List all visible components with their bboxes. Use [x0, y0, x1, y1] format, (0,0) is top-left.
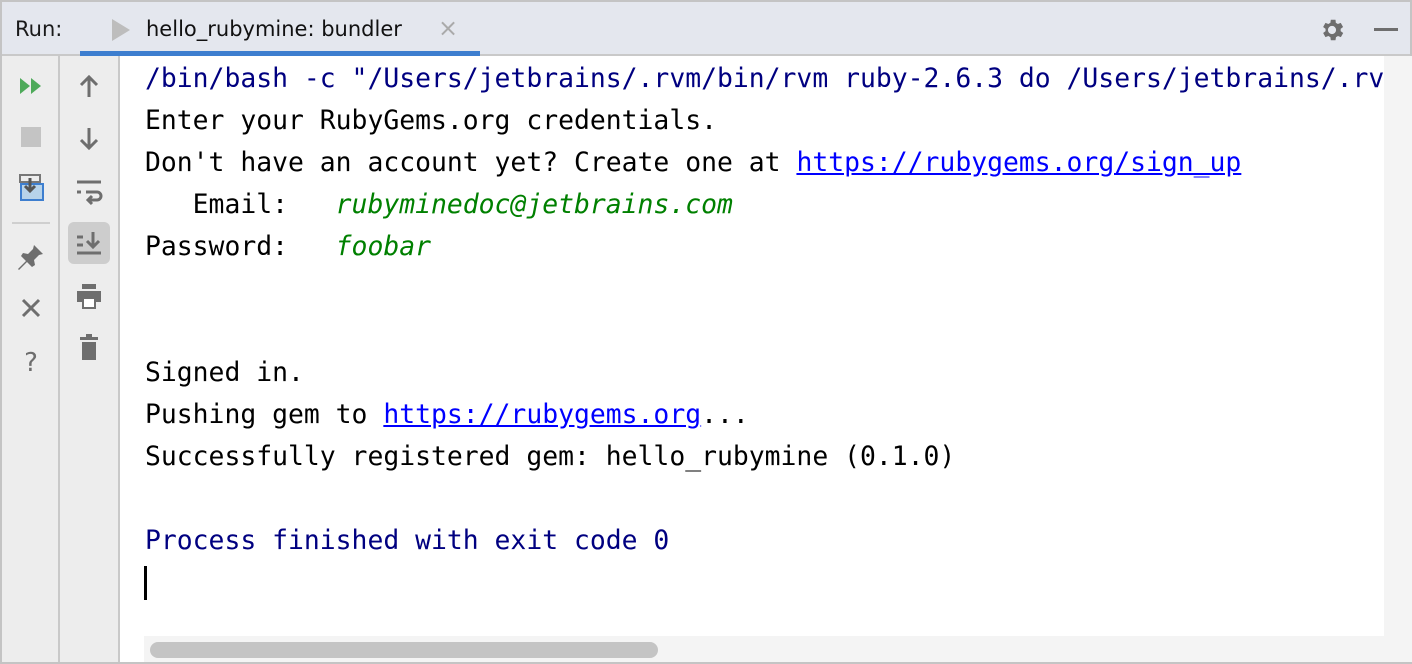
scroll-to-end-icon[interactable]: [68, 222, 110, 264]
console-line: Password: foobar: [145, 226, 431, 268]
help-icon[interactable]: ?: [10, 340, 52, 382]
run-label: Run:: [15, 17, 62, 41]
tool-window-header: Run: hello_rubymine: bundler ×: [2, 2, 1410, 56]
close-icon[interactable]: [10, 287, 52, 329]
stop-icon[interactable]: [10, 116, 52, 158]
horizontal-scrollbar[interactable]: [144, 636, 1384, 662]
console-line: Enter your RubyGems.org credentials.: [145, 100, 717, 142]
command-line: /bin/bash -c "/Users/jetbrains/.rvm/bin/…: [145, 58, 1384, 100]
trash-icon[interactable]: [68, 326, 110, 368]
password-label: Password:: [145, 231, 336, 262]
vertical-scrollbar-track[interactable]: [1384, 56, 1412, 662]
soft-wrap-icon[interactable]: [68, 170, 110, 212]
up-icon[interactable]: [68, 65, 110, 107]
tab-close-icon[interactable]: ×: [438, 14, 458, 42]
console-output[interactable]: /bin/bash -c "/Users/jetbrains/.rvm/bin/…: [120, 56, 1384, 636]
restore-layout-icon[interactable]: [10, 167, 52, 209]
pin-icon[interactable]: [10, 236, 52, 278]
left-toolbar: ?: [2, 56, 60, 662]
email-label: Email:: [145, 189, 336, 220]
email-input-value: rubyminedoc@jetbrains.com: [336, 189, 733, 220]
password-input-value: foobar: [336, 231, 431, 262]
run-config-icon: [112, 19, 130, 41]
rubygems-link[interactable]: https://rubygems.org: [383, 399, 701, 430]
tab-hello-rubymine-bundler[interactable]: hello_rubymine: bundler ×: [80, 2, 480, 56]
console-line: Pushing gem to https://rubygems.org...: [145, 394, 749, 436]
console-toolbar: [60, 56, 120, 662]
console-line: Don't have an account yet? Create one at…: [145, 142, 1241, 184]
run-tool-window: Run: hello_rubymine: bundler × ? /bin/ba…: [0, 0, 1412, 664]
gear-icon[interactable]: [1318, 16, 1346, 44]
minimize-icon[interactable]: [1374, 28, 1398, 31]
signup-link[interactable]: https://rubygems.org/sign_up: [796, 147, 1241, 178]
tab-title: hello_rubymine: bundler: [146, 17, 402, 41]
console-line: Signed in.: [145, 352, 304, 394]
horizontal-scrollbar-thumb[interactable]: [150, 642, 658, 658]
console-text: Pushing gem to: [145, 399, 383, 430]
text-cursor: [144, 566, 147, 600]
rerun-icon[interactable]: [10, 65, 52, 107]
print-icon[interactable]: [68, 275, 110, 317]
process-finished-line: Process finished with exit code 0: [145, 520, 669, 562]
down-icon[interactable]: [68, 118, 110, 160]
svg-text:?: ?: [24, 348, 38, 376]
console-line: Email: rubyminedoc@jetbrains.com: [145, 184, 733, 226]
console-text: ...: [701, 399, 749, 430]
console-text: Don't have an account yet? Create one at: [145, 147, 796, 178]
console-line: Successfully registered gem: hello_rubym…: [145, 436, 955, 478]
toolbar-separator: [12, 222, 50, 224]
